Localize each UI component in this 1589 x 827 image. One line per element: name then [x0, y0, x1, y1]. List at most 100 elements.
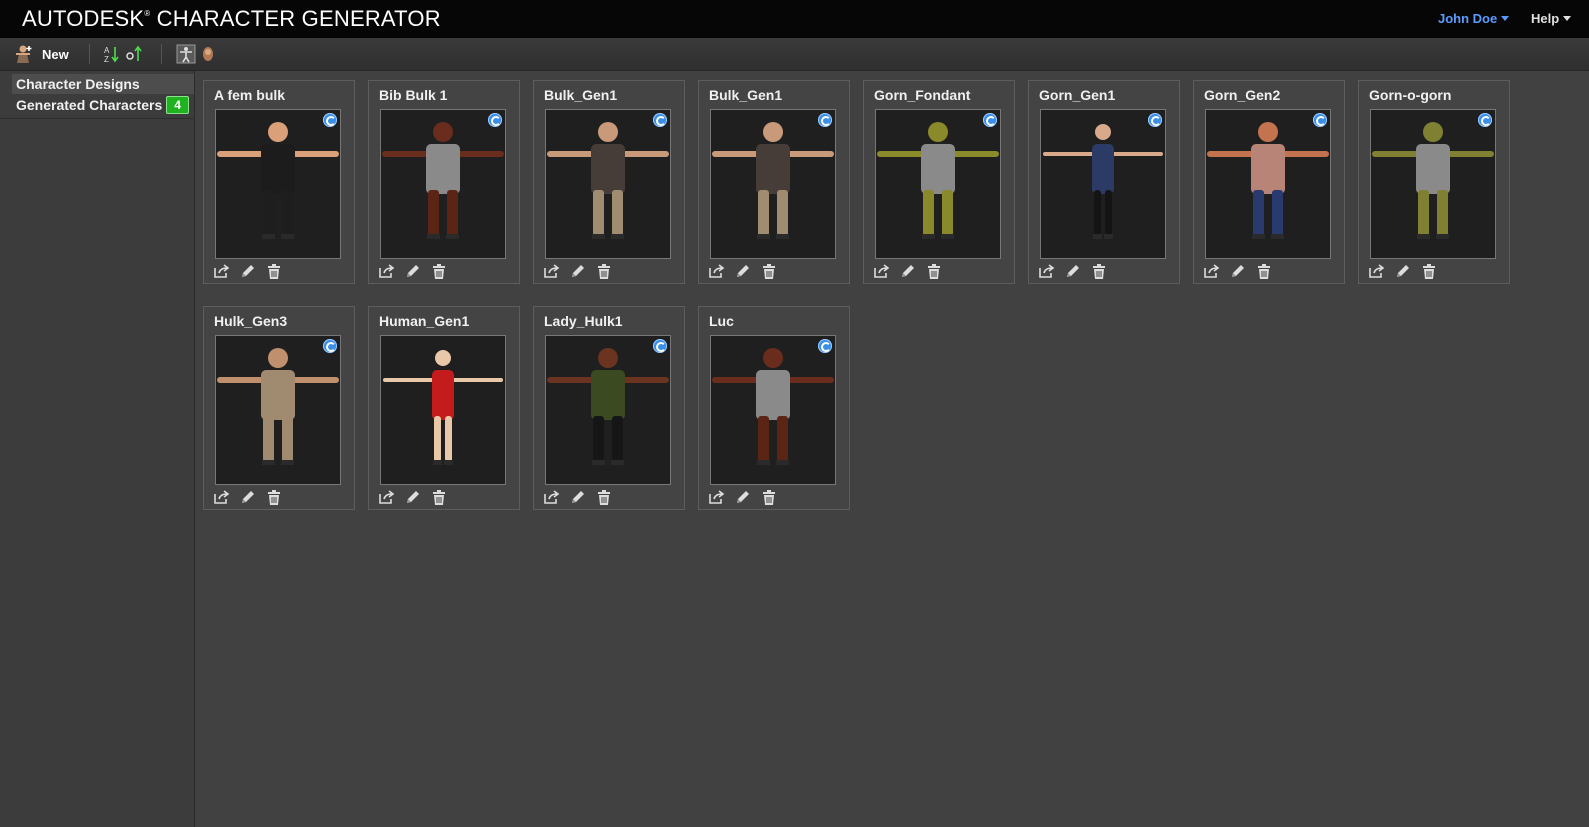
- delete-button[interactable]: [926, 263, 942, 279]
- sidebar-item-generated-characters[interactable]: Generated Characters 4: [12, 95, 194, 115]
- delete-button[interactable]: [431, 489, 447, 505]
- character-card[interactable]: Gorn-o-gorn: [1358, 80, 1510, 284]
- export-button[interactable]: [709, 263, 725, 279]
- character-name: Gorn_Gen2: [1204, 87, 1281, 103]
- character-figure: [547, 122, 669, 239]
- character-thumbnail[interactable]: [1370, 109, 1496, 259]
- character-thumbnail[interactable]: [380, 109, 506, 259]
- export-icon: [709, 490, 725, 504]
- character-thumbnail[interactable]: [710, 335, 836, 485]
- character-name: Hulk_Gen3: [214, 313, 288, 329]
- character-thumbnail[interactable]: [710, 109, 836, 259]
- character-card[interactable]: Hulk_Gen3: [203, 306, 355, 510]
- character-card[interactable]: Bulk_Gen1: [533, 80, 685, 284]
- card-actions: [544, 263, 612, 279]
- head-view-button[interactable]: [200, 45, 216, 63]
- card-actions: [1369, 263, 1437, 279]
- edit-button[interactable]: [240, 263, 256, 279]
- character-card[interactable]: A fem bulk: [203, 80, 355, 284]
- sort-date-button[interactable]: [126, 45, 144, 63]
- sidebar-item-label: Character Designs: [16, 76, 140, 92]
- edit-button[interactable]: [1230, 263, 1246, 279]
- edit-button[interactable]: [570, 489, 586, 505]
- edit-button[interactable]: [1395, 263, 1411, 279]
- character-thumbnail[interactable]: [1040, 109, 1166, 259]
- card-actions: [544, 489, 612, 505]
- edit-button[interactable]: [240, 489, 256, 505]
- character-card[interactable]: Gorn_Gen1: [1028, 80, 1180, 284]
- character-card[interactable]: Bib Bulk 1: [368, 80, 520, 284]
- delete-button[interactable]: [1421, 263, 1437, 279]
- character-name: Gorn_Fondant: [874, 87, 971, 103]
- pencil-icon: [902, 265, 914, 277]
- character-thumbnail[interactable]: [215, 335, 341, 485]
- edit-button[interactable]: [405, 263, 421, 279]
- export-button[interactable]: [874, 263, 890, 279]
- character-name: Gorn-o-gorn: [1369, 87, 1452, 103]
- character-card[interactable]: Luc: [698, 306, 850, 510]
- delete-button[interactable]: [1091, 263, 1107, 279]
- export-button[interactable]: [544, 489, 560, 505]
- export-button[interactable]: [1039, 263, 1055, 279]
- delete-button[interactable]: [431, 263, 447, 279]
- export-button[interactable]: [1369, 263, 1385, 279]
- sidebar-item-character-designs[interactable]: Character Designs: [12, 74, 194, 94]
- export-button[interactable]: [214, 263, 230, 279]
- export-button[interactable]: [214, 489, 230, 505]
- character-figure: [1207, 122, 1329, 239]
- character-name: Gorn_Gen1: [1039, 87, 1116, 103]
- export-icon: [544, 490, 560, 504]
- user-menu[interactable]: John Doe: [1438, 11, 1510, 26]
- edit-button[interactable]: [405, 489, 421, 505]
- character-thumbnail[interactable]: [380, 335, 506, 485]
- delete-button[interactable]: [596, 263, 612, 279]
- pencil-icon: [1397, 265, 1409, 277]
- delete-button[interactable]: [1256, 263, 1272, 279]
- delete-button[interactable]: [596, 489, 612, 505]
- card-actions: [709, 263, 777, 279]
- delete-button[interactable]: [761, 263, 777, 279]
- user-name: John Doe: [1438, 11, 1498, 26]
- count-badge: 4: [166, 96, 189, 114]
- delete-button[interactable]: [266, 489, 282, 505]
- character-thumbnail[interactable]: [1205, 109, 1331, 259]
- edit-button[interactable]: [900, 263, 916, 279]
- app-header: AUTODESK® CHARACTER GENERATOR John Doe H…: [0, 0, 1589, 38]
- card-actions: [874, 263, 942, 279]
- character-name: Bulk_Gen1: [709, 87, 783, 103]
- edit-button[interactable]: [570, 263, 586, 279]
- character-thumbnail[interactable]: [545, 109, 671, 259]
- sort-alpha-button[interactable]: A Z: [104, 45, 120, 63]
- full-body-view-button[interactable]: [176, 44, 196, 64]
- pencil-icon: [737, 491, 749, 503]
- trash-icon: [598, 263, 610, 279]
- character-thumbnail[interactable]: [875, 109, 1001, 259]
- character-card[interactable]: Bulk_Gen1: [698, 80, 850, 284]
- export-button[interactable]: [379, 263, 395, 279]
- edit-button[interactable]: [735, 263, 751, 279]
- new-button[interactable]: New: [14, 43, 69, 65]
- export-button[interactable]: [544, 263, 560, 279]
- sync-icon: [818, 339, 832, 353]
- export-button[interactable]: [379, 489, 395, 505]
- help-menu[interactable]: Help: [1531, 11, 1572, 26]
- character-name: Lady_Hulk1: [544, 313, 623, 329]
- sidebar-item-label: Generated Characters: [16, 97, 163, 113]
- character-card[interactable]: Lady_Hulk1: [533, 306, 685, 510]
- export-button[interactable]: [1204, 263, 1220, 279]
- character-card[interactable]: Gorn_Fondant: [863, 80, 1015, 284]
- delete-button[interactable]: [266, 263, 282, 279]
- export-button[interactable]: [709, 489, 725, 505]
- edit-button[interactable]: [1065, 263, 1081, 279]
- svg-text:A: A: [104, 46, 110, 55]
- export-icon: [214, 264, 230, 278]
- trash-icon: [1423, 263, 1435, 279]
- delete-button[interactable]: [761, 489, 777, 505]
- edit-button[interactable]: [735, 489, 751, 505]
- pencil-icon: [407, 265, 419, 277]
- character-card[interactable]: Human_Gen1: [368, 306, 520, 510]
- character-thumbnail[interactable]: [215, 109, 341, 259]
- character-card[interactable]: Gorn_Gen2: [1193, 80, 1345, 284]
- export-icon: [709, 264, 725, 278]
- character-thumbnail[interactable]: [545, 335, 671, 485]
